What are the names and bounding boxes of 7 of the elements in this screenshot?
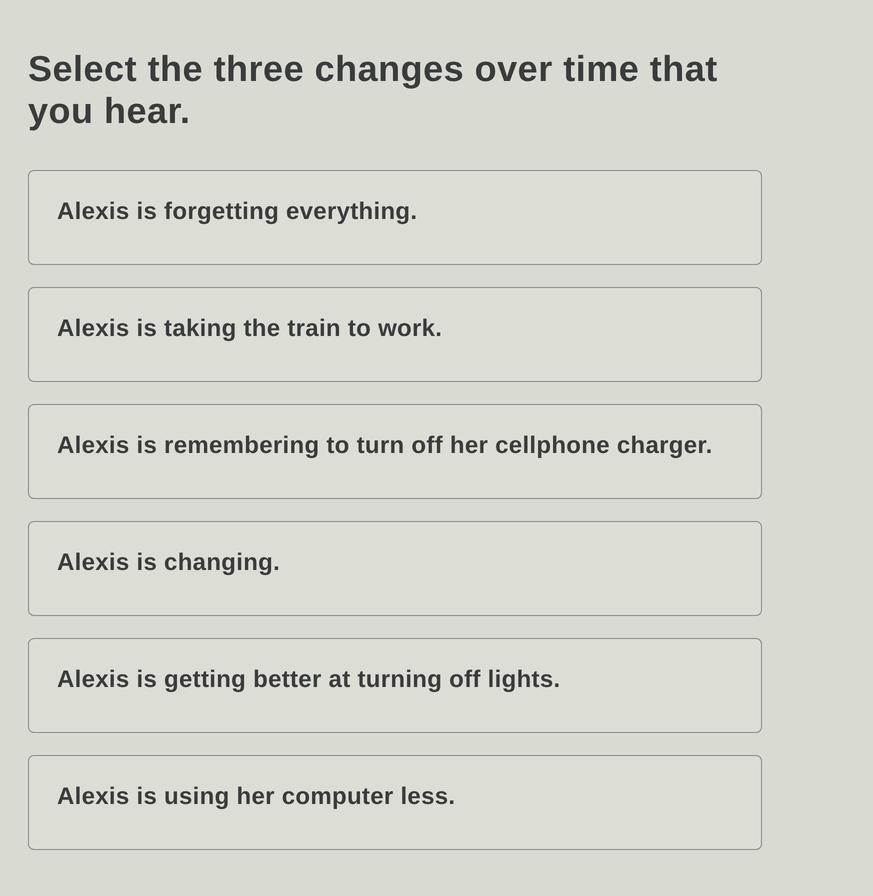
answer-option[interactable]: Alexis is changing. (28, 521, 762, 616)
answer-option[interactable]: Alexis is remembering to turn off her cellphone charger. (28, 404, 762, 499)
question-text: Select the three changes over time that you hear. (28, 48, 719, 132)
answer-option[interactable]: Alexis is forgetting everything. (28, 170, 762, 265)
answer-option[interactable]: Alexis is getting better at turning off lights. (28, 638, 762, 733)
answer-option[interactable]: Alexis is taking the train to work. (28, 287, 762, 382)
answer-option[interactable]: Alexis is using her computer less. (28, 755, 762, 850)
